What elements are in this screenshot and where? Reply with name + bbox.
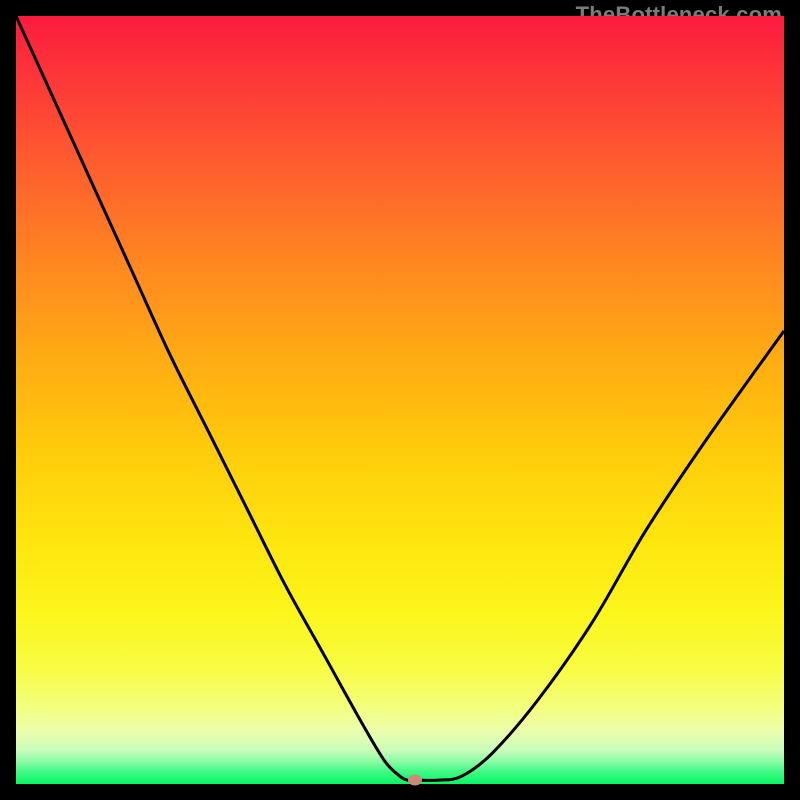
chart-container: TheBottleneck.com [0,0,800,800]
curve-svg [16,16,784,784]
plot-area [16,16,784,784]
highlight-marker [408,775,422,786]
bottleneck-curve-path [16,16,784,780]
